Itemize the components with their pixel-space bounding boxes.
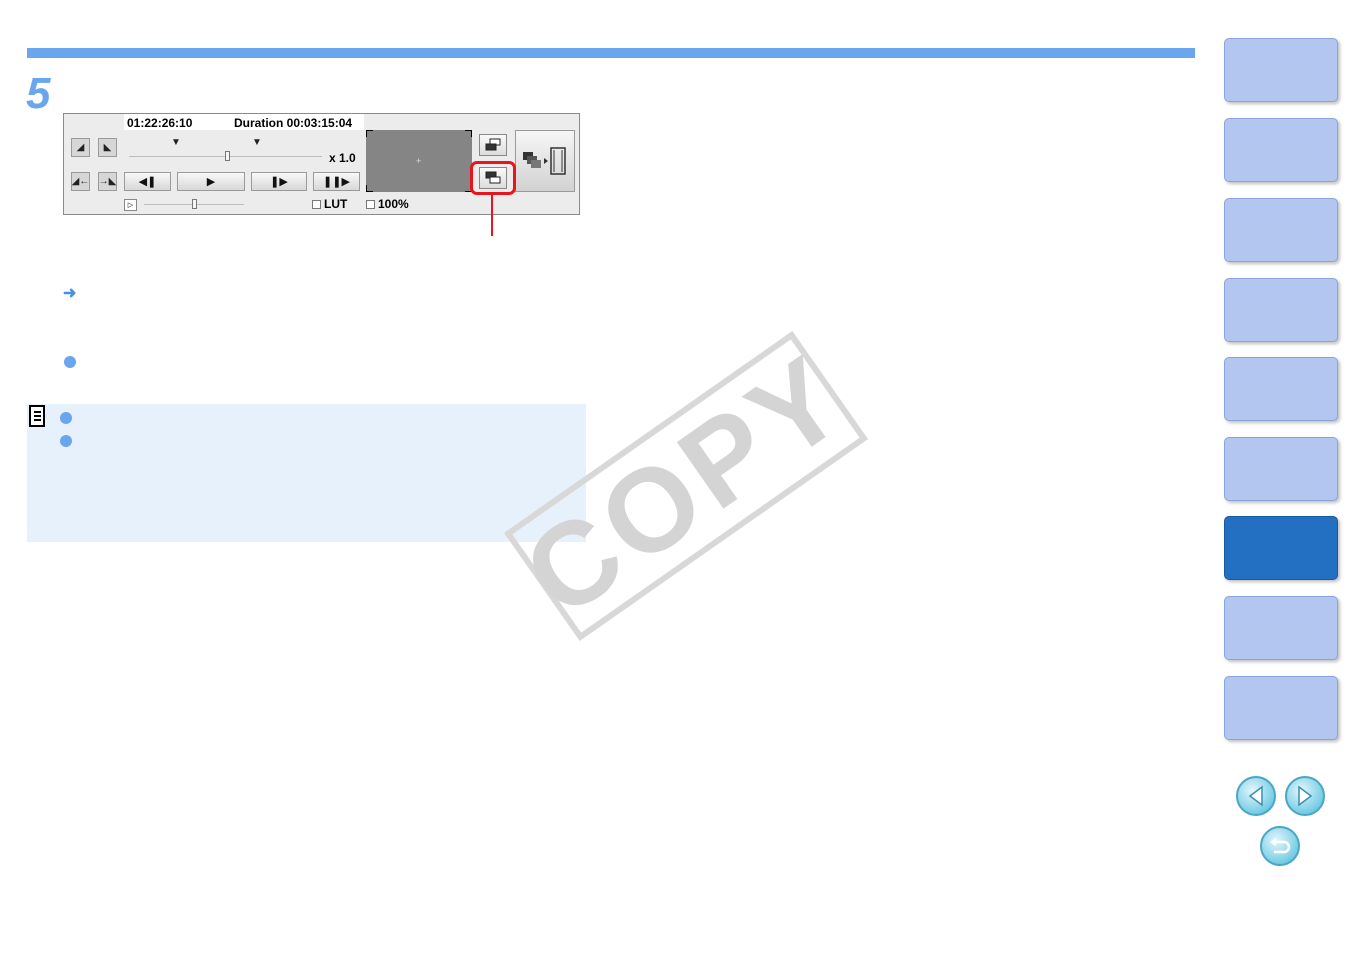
bullet-icon [64,356,76,368]
sidebar-tab-3[interactable] [1224,198,1338,262]
zoom-100-label: 100% [378,197,409,211]
play-button[interactable]: ▶ [177,172,245,191]
sidebar-tab-9[interactable] [1224,676,1338,740]
speed-readout: x 1.0 [329,151,356,165]
sidebar-tab-8[interactable] [1224,596,1338,660]
in-marker-icon[interactable]: ▼ [171,138,181,148]
volume-thumb[interactable] [192,199,197,209]
step-back-button[interactable]: ◀❚ [124,172,171,191]
corner-mark [366,130,373,137]
step-number: 5 [26,69,51,118]
bullet-icon [60,412,72,424]
bullet-icon [60,435,72,447]
set-out-point-button[interactable]: ◣ [98,138,117,157]
go-to-out-button[interactable]: →◣ [98,172,117,191]
corner-mark [465,130,472,137]
volume-icon: ▷ [124,199,137,211]
header-rule [27,48,1195,58]
timecode: 01:22:26:10 [127,116,193,130]
lut-label: LUT [324,197,348,211]
go-to-in-button[interactable]: ◢← [71,172,90,191]
callout-line [491,194,493,236]
sidebar-tab-1[interactable] [1224,38,1338,102]
player-panel: 01:22:26:10 Duration 00:03:15:04 ◢ ◣ ▼ ▼… [63,113,580,215]
lut-checkbox[interactable] [312,200,321,209]
highlight-ring [470,161,516,195]
set-in-point-button[interactable]: ◢ [71,138,90,157]
out-marker-icon[interactable]: ▼ [252,138,262,148]
corner-mark [366,185,373,192]
export-frames-icon[interactable] [515,130,575,192]
crosshair-icon: + [416,156,422,166]
left-arrow-icon [1248,785,1263,807]
zoom-100-checkbox[interactable] [366,200,375,209]
note-icon [29,405,45,427]
step-forward-button[interactable]: ❚▶ [251,172,307,191]
right-arrow-icon [1298,785,1313,807]
next-page-button[interactable] [1285,776,1325,816]
seek-thumb[interactable] [225,151,230,161]
return-button[interactable] [1260,826,1300,866]
note-box [27,404,586,542]
arrow-icon: ➜ [63,285,77,302]
swap-window-icon[interactable] [479,134,507,156]
return-icon [1270,838,1291,854]
sidebar-tab-5[interactable] [1224,357,1338,421]
sidebar-tab-7[interactable] [1224,516,1338,580]
sidebar-tab-4[interactable] [1224,278,1338,342]
video-preview[interactable]: + [366,130,472,192]
sidebar-tab-6[interactable] [1224,437,1338,501]
prev-page-button[interactable] [1236,776,1276,816]
fast-forward-button[interactable]: ❚❚▶ [313,172,360,191]
duration: Duration 00:03:15:04 [234,116,353,130]
sidebar-tab-2[interactable] [1224,118,1338,182]
